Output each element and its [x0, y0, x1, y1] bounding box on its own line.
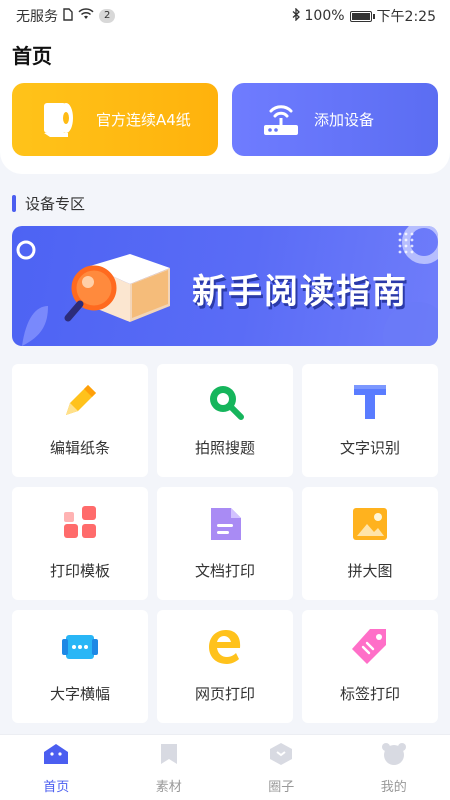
- tool-grid: 编辑纸条 拍照搜题 文字识别 打印模板 文档打印 拼大图 大字横幅 网页打印 标…: [12, 364, 438, 723]
- add-device-card[interactable]: 添加设备: [232, 83, 438, 156]
- carrier-text: 无服务: [16, 9, 58, 25]
- tool-label: 编辑纸条: [49, 439, 110, 457]
- home-icon: [42, 742, 70, 770]
- hexagon-icon: [268, 742, 294, 770]
- tool-label: 拍照搜题: [194, 439, 255, 457]
- tag-icon: [349, 626, 391, 668]
- text-t-icon: [349, 380, 391, 422]
- nav-home[interactable]: 首页: [0, 735, 112, 800]
- battery-percent: 100%: [304, 8, 345, 24]
- nav-circle[interactable]: 圈子: [225, 735, 337, 800]
- document-icon: [204, 503, 246, 545]
- tool-print-template[interactable]: 打印模板: [12, 487, 148, 600]
- tool-label: 拼大图: [347, 562, 393, 580]
- pencil-icon: [59, 380, 101, 422]
- tool-large-banner[interactable]: 大字横幅: [12, 610, 148, 723]
- a4-paper-card[interactable]: 官方连续A4纸: [12, 83, 218, 156]
- tool-label-print[interactable]: 标签打印: [302, 610, 438, 723]
- nav-materials[interactable]: 素材: [113, 735, 225, 800]
- tool-edit-note[interactable]: 编辑纸条: [12, 364, 148, 477]
- tool-label: 网页打印: [194, 685, 255, 703]
- template-icon: [59, 503, 101, 545]
- nav-home-label: 首页: [43, 780, 70, 795]
- web-e-icon: [204, 626, 246, 668]
- router-icon: [260, 97, 302, 143]
- nav-circle-label: 圈子: [268, 780, 295, 795]
- tool-big-image[interactable]: 拼大图: [302, 487, 438, 600]
- notification-badge: 2: [99, 9, 116, 23]
- tool-label: 大字横幅: [49, 685, 110, 703]
- banner-title: 新手阅读指南: [192, 272, 408, 312]
- tool-label: 文档打印: [194, 562, 255, 580]
- guide-banner[interactable]: 新手阅读指南: [12, 226, 438, 346]
- nav-materials-label: 素材: [155, 780, 182, 795]
- add-device-label: 添加设备: [314, 111, 375, 129]
- page-title: 首页: [12, 44, 52, 68]
- paper-roll-icon: [40, 97, 84, 143]
- tool-document-print[interactable]: 文档打印: [157, 487, 293, 600]
- bottom-nav: 首页 素材 圈子 我的: [0, 734, 450, 800]
- section-header: 设备专区: [12, 193, 85, 214]
- status-bar: 无服务 2 100% 下午2:25: [0, 0, 450, 32]
- section-title: 设备专区: [25, 195, 86, 213]
- search-icon: [204, 380, 246, 422]
- tool-photo-search[interactable]: 拍照搜题: [157, 364, 293, 477]
- bookmark-icon: [157, 742, 181, 770]
- battery-icon: [349, 10, 375, 22]
- sim-icon: [63, 7, 73, 25]
- a4-paper-label: 官方连续A4纸: [96, 111, 191, 129]
- profile-bear-icon: [381, 742, 407, 770]
- tool-label: 标签打印: [339, 685, 400, 703]
- wifi-icon: [78, 8, 94, 24]
- tool-label: 打印模板: [49, 562, 110, 580]
- header-panel: 首页 官方连续A4纸 添加设备: [0, 32, 450, 174]
- clock-time: 下午2:25: [376, 9, 436, 25]
- nav-profile[interactable]: 我的: [338, 735, 450, 800]
- section-marker: [12, 195, 16, 212]
- nav-profile-label: 我的: [380, 780, 407, 795]
- status-right: 100% 下午2:25: [292, 6, 436, 26]
- status-left: 无服务 2: [16, 6, 116, 26]
- banner-icon: [59, 626, 101, 668]
- image-icon: [349, 503, 391, 545]
- tool-text-recognition[interactable]: 文字识别: [302, 364, 438, 477]
- tool-web-print[interactable]: 网页打印: [157, 610, 293, 723]
- tool-label: 文字识别: [339, 439, 400, 457]
- bluetooth-icon: [292, 6, 300, 25]
